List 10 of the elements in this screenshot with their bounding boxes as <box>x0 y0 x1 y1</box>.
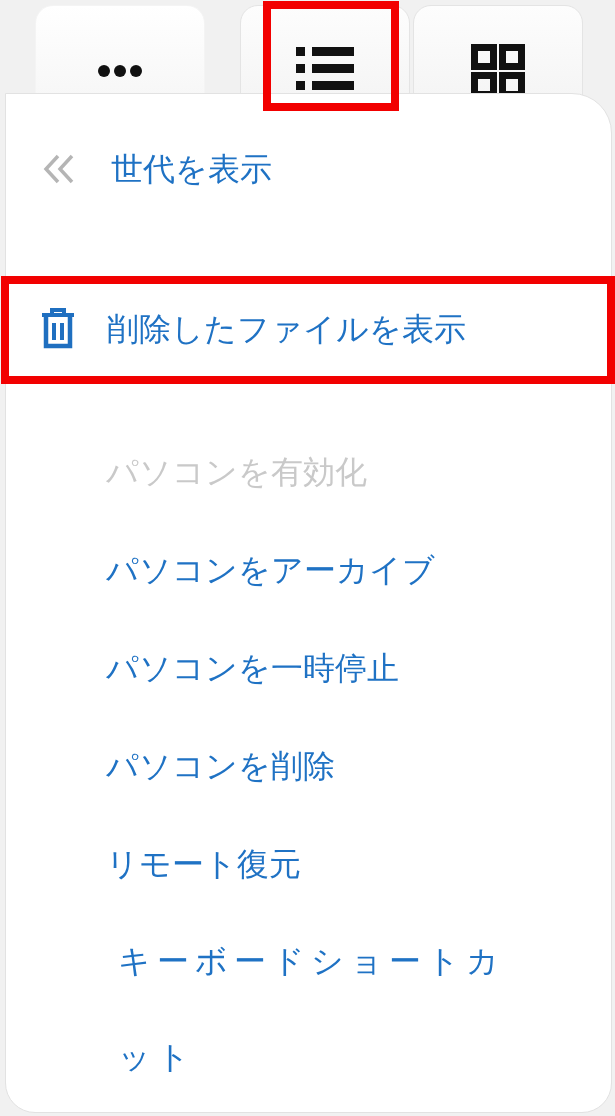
menu-item[interactable]: パソコンを一時停止 <box>6 619 611 717</box>
trash-icon <box>41 308 75 350</box>
menu-item[interactable]: パソコンを削除 <box>6 717 611 815</box>
menu-item[interactable]: パソコンをアーカイブ <box>6 521 611 619</box>
menu-item[interactable]: キーボードショートカット <box>6 913 611 1105</box>
list-icon <box>296 47 354 91</box>
menu-item[interactable]: 世代を表示 <box>6 120 611 218</box>
menu-item[interactable]: リモート復元 <box>6 815 611 913</box>
more-icon <box>97 64 143 78</box>
menu-item[interactable]: 削除したファイルを表示 <box>6 280 611 378</box>
